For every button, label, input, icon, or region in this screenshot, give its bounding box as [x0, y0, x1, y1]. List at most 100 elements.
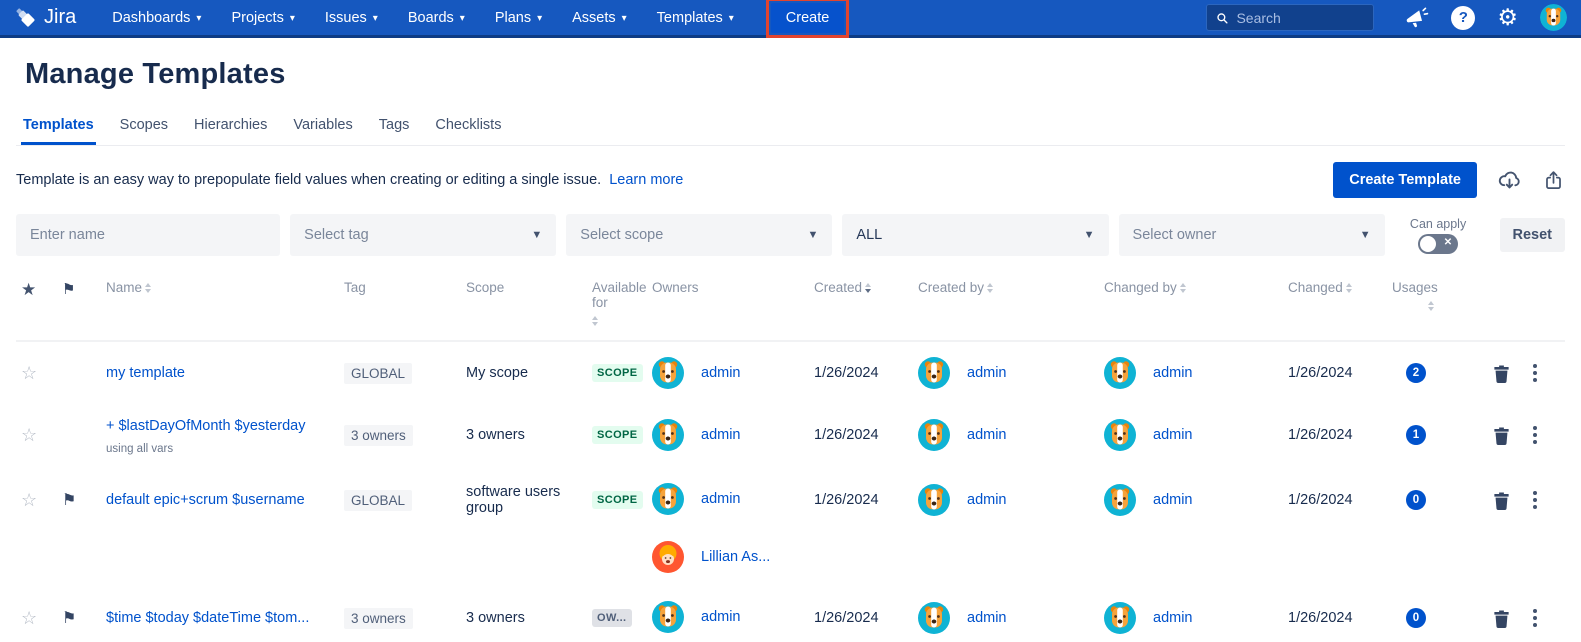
sort-icon[interactable] [1345, 283, 1352, 293]
template-name-link[interactable]: + $lastDayOfMonth $yesterday [106, 418, 305, 434]
tab-checklists[interactable]: Checklists [433, 117, 503, 145]
sort-icon[interactable] [1179, 283, 1186, 293]
template-name-link[interactable]: $time $today $dateTime $tom... [106, 610, 309, 626]
template-name-link[interactable]: default epic+scrum $username [106, 492, 305, 508]
column-header-available_for[interactable]: Available for [576, 280, 647, 326]
tab-scopes[interactable]: Scopes [118, 117, 170, 145]
nav-item-boards[interactable]: Boards ▾ [408, 10, 465, 26]
chevron-down-icon: ▼ [807, 229, 819, 241]
help-button[interactable]: ? [1451, 5, 1476, 30]
flag-icon[interactable]: ⚑ [62, 490, 76, 510]
nav-item-templates[interactable]: Templates ▾ [657, 10, 734, 26]
available-for-filter-select[interactable]: ALL ▼ [842, 214, 1109, 256]
sort-icon[interactable] [1428, 301, 1434, 311]
tab-hierarchies[interactable]: Hierarchies [192, 117, 269, 145]
trash-icon[interactable] [1492, 426, 1511, 445]
template-name-link[interactable]: my template [106, 365, 185, 381]
changed-by-cell: admin [1088, 418, 1272, 452]
kebab-menu-icon[interactable] [1531, 607, 1539, 629]
sort-icon[interactable] [145, 283, 152, 293]
name-cell: default epic+scrum $username [90, 483, 328, 517]
flag-icon[interactable]: ⚑ [62, 608, 76, 628]
star-outline-icon[interactable]: ☆ [21, 425, 37, 446]
available-for-badge: SCOPE [592, 426, 643, 444]
nav-item-projects[interactable]: Projects ▾ [231, 10, 294, 26]
nav-item-issues[interactable]: Issues ▾ [325, 10, 378, 26]
star-outline-icon[interactable]: ☆ [21, 490, 37, 511]
scope-filter-select[interactable]: Select scope ▼ [566, 214, 833, 256]
trash-icon[interactable] [1492, 364, 1511, 383]
column-header-name[interactable]: Name [90, 280, 328, 295]
reset-button[interactable]: Reset [1499, 218, 1565, 252]
star-outline-icon[interactable]: ☆ [21, 608, 37, 629]
name-filter-input[interactable] [16, 214, 281, 256]
sort-icon[interactable] [987, 283, 994, 293]
column-header-flag[interactable]: ⚑ [46, 280, 90, 298]
changed-by-link[interactable]: admin [1153, 365, 1193, 381]
kebab-menu-icon[interactable] [1531, 424, 1539, 446]
available-for-cell: OW... [576, 601, 636, 635]
column-header-changed_by[interactable]: Changed by [1088, 280, 1272, 295]
chevron-down-icon: ▾ [537, 12, 543, 24]
column-header-tag[interactable]: Tag [328, 280, 450, 295]
column-header-changed[interactable]: Changed [1272, 280, 1376, 295]
star-outline-icon[interactable]: ☆ [21, 363, 37, 384]
changed-by-link[interactable]: admin [1153, 610, 1193, 626]
avatar-dog [918, 602, 950, 634]
tab-tags[interactable]: Tags [377, 117, 412, 145]
create-template-button[interactable]: Create Template [1333, 162, 1477, 198]
flag-icon: ⚑ [62, 281, 76, 298]
page-title: Manage Templates [25, 58, 286, 90]
search-box[interactable] [1206, 4, 1375, 31]
owner-filter-select[interactable]: Select owner ▼ [1118, 214, 1385, 256]
can-apply-toggle[interactable]: ✕ [1418, 233, 1459, 254]
tab-templates[interactable]: Templates [21, 117, 96, 145]
create-button[interactable]: Create [770, 2, 845, 33]
owner-name-link[interactable]: admin [701, 491, 741, 507]
kebab-menu-icon[interactable] [1531, 362, 1539, 384]
scope-text: 3 owners [466, 427, 525, 443]
created-by-link[interactable]: admin [967, 427, 1007, 443]
owner-name-link[interactable]: admin [701, 609, 741, 625]
announcements-button[interactable] [1404, 5, 1429, 30]
sort-icon[interactable] [865, 283, 872, 293]
column-header-favorite[interactable]: ★ [16, 280, 46, 300]
jira-logo[interactable]: Jira [14, 6, 76, 30]
settings-gear-icon[interactable]: ⚙ [1497, 6, 1518, 29]
sort-icon[interactable] [592, 316, 598, 326]
available-for-cell: SCOPE [576, 418, 643, 452]
nav-item-dashboards[interactable]: Dashboards ▾ [112, 10, 201, 26]
trash-icon[interactable] [1492, 491, 1511, 510]
nav-item-plans[interactable]: Plans ▾ [495, 10, 542, 26]
search-input[interactable] [1236, 9, 1365, 26]
column-header-usages[interactable]: Usages [1376, 280, 1456, 311]
export-button[interactable] [1542, 169, 1565, 192]
created-by-link[interactable]: admin [967, 365, 1007, 381]
owner-name-link[interactable]: admin [701, 365, 741, 381]
avatar-girl [652, 541, 684, 573]
column-header-scope[interactable]: Scope [450, 280, 576, 295]
owner-name-link[interactable]: admin [701, 427, 741, 443]
tag-filter-select[interactable]: Select tag ▼ [290, 214, 557, 256]
table-body: ☆ my template GLOBAL My scope SCOPE admin 1/26… [16, 342, 1565, 642]
created-by-link[interactable]: admin [967, 610, 1007, 626]
tab-variables[interactable]: Variables [291, 117, 354, 145]
changed-by-cell: admin [1088, 601, 1272, 635]
created-by-link[interactable]: admin [967, 492, 1007, 508]
column-header-owners[interactable]: Owners [636, 280, 798, 295]
trash-icon[interactable] [1492, 609, 1511, 628]
column-header-created_by[interactable]: Created by [902, 280, 1088, 295]
profile-avatar[interactable] [1540, 4, 1567, 31]
share-export-icon [1546, 170, 1561, 189]
learn-more-link[interactable]: Learn more [609, 172, 683, 188]
name-cell: $time $today $dateTime $tom... [90, 601, 328, 635]
column-header-created[interactable]: Created [798, 280, 902, 295]
nav-item-assets[interactable]: Assets ▾ [572, 10, 627, 26]
import-button[interactable] [1497, 168, 1522, 193]
changed-by-link[interactable]: admin [1153, 427, 1193, 443]
changed-by-link[interactable]: admin [1153, 492, 1193, 508]
owner-name-link[interactable]: Lillian As... [701, 549, 770, 565]
chevron-down-icon: ▼ [531, 229, 543, 241]
owners-cell: admin [636, 418, 798, 452]
kebab-menu-icon[interactable] [1531, 489, 1539, 511]
